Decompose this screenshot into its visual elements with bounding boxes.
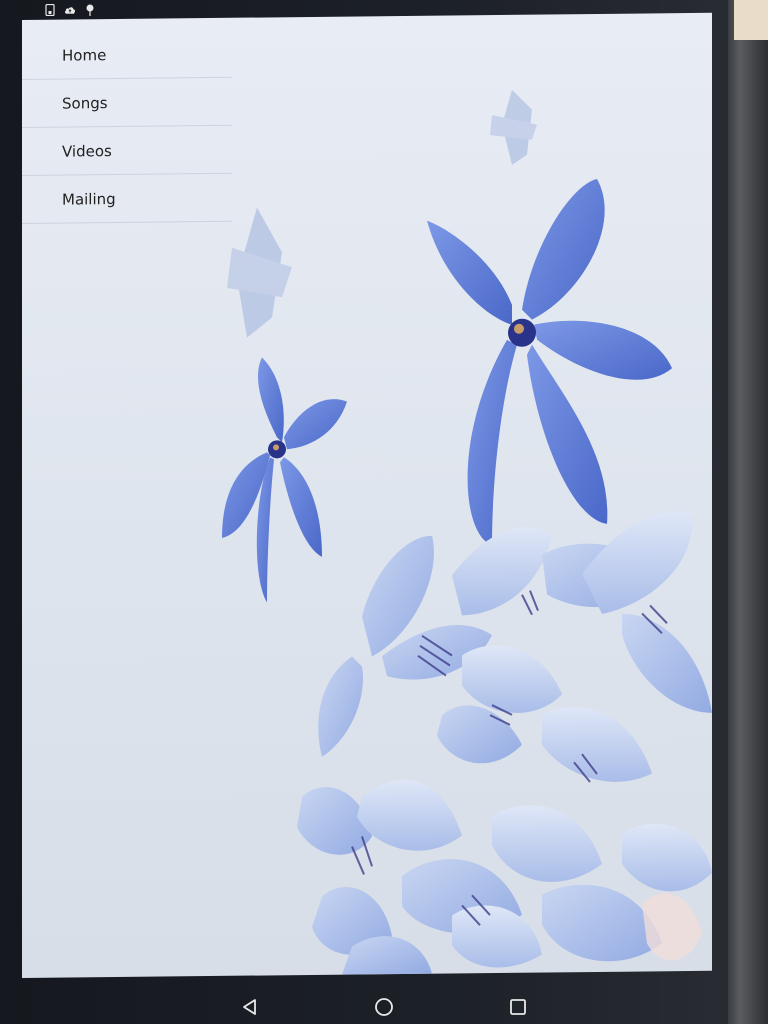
navigation-menu: Home Songs Videos Mailing: [22, 18, 232, 224]
menu-item-label: Mailing: [62, 189, 116, 209]
device-bezel: [728, 0, 768, 1024]
faded-flower: [490, 89, 537, 165]
sim-card-icon: [44, 4, 56, 16]
background-wall: [734, 0, 768, 40]
menu-item-label: Songs: [62, 93, 108, 113]
menu-item-home[interactable]: Home: [22, 29, 232, 80]
menu-item-mailing[interactable]: Mailing: [22, 173, 232, 224]
tablet-device: Home Songs Videos Mailing: [0, 0, 768, 1024]
home-icon[interactable]: [372, 995, 396, 1019]
menu-item-songs[interactable]: Songs: [22, 77, 232, 128]
cloud-upload-icon: [64, 4, 76, 16]
location-pin-icon: [84, 4, 96, 16]
recents-icon[interactable]: [506, 995, 530, 1019]
small-flower: [222, 357, 347, 603]
flower-cluster: [297, 511, 712, 975]
app-screen: Home Songs Videos Mailing: [22, 12, 712, 979]
menu-item-videos[interactable]: Videos: [22, 125, 232, 176]
back-icon[interactable]: [238, 995, 262, 1019]
menu-item-label: Home: [62, 45, 107, 65]
system-navigation-bar: [0, 990, 768, 1024]
faded-flower: [227, 207, 292, 338]
large-flower: [427, 178, 672, 546]
menu-item-label: Videos: [62, 141, 112, 161]
